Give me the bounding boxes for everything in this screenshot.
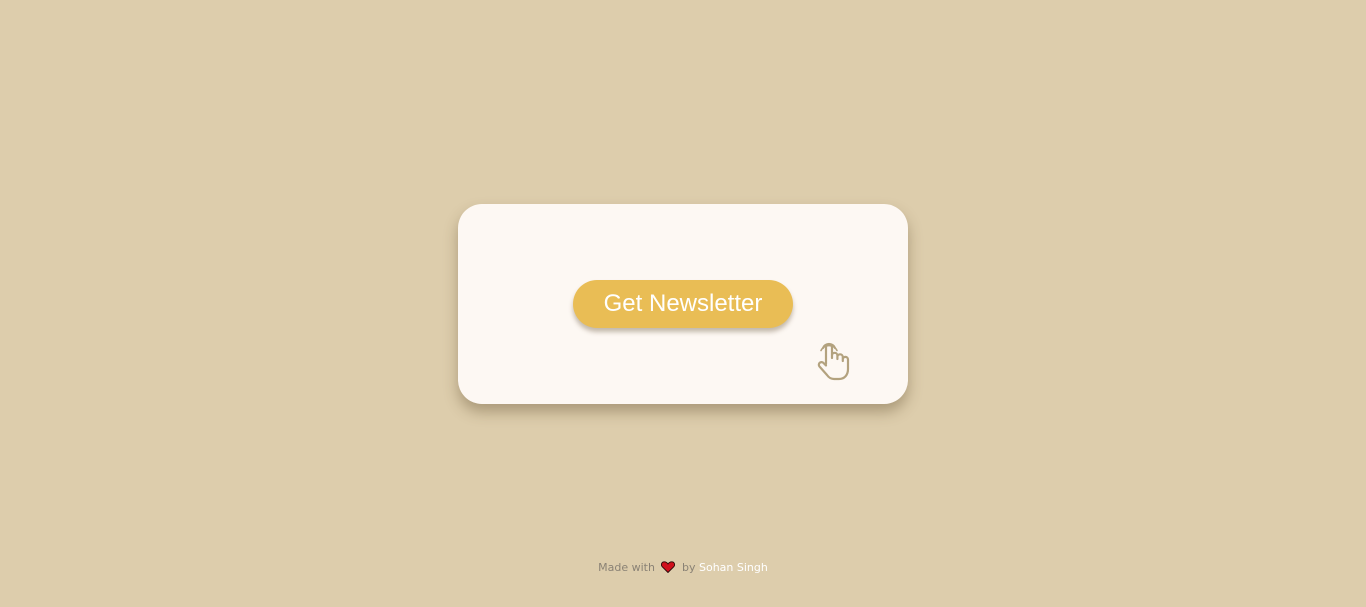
footer-by: by [681, 561, 696, 574]
page-background: Get Newsletter Made with by Sohan Singh [0, 0, 1366, 607]
newsletter-card: Get Newsletter [458, 204, 908, 404]
get-newsletter-button[interactable]: Get Newsletter [573, 280, 793, 328]
footer-credit: Made with by Sohan Singh [0, 560, 1366, 576]
hand-pointer-icon [814, 338, 854, 382]
author-link[interactable]: Sohan Singh [699, 561, 768, 574]
footer-prefix: Made with [598, 561, 655, 574]
heart-icon [661, 561, 676, 574]
